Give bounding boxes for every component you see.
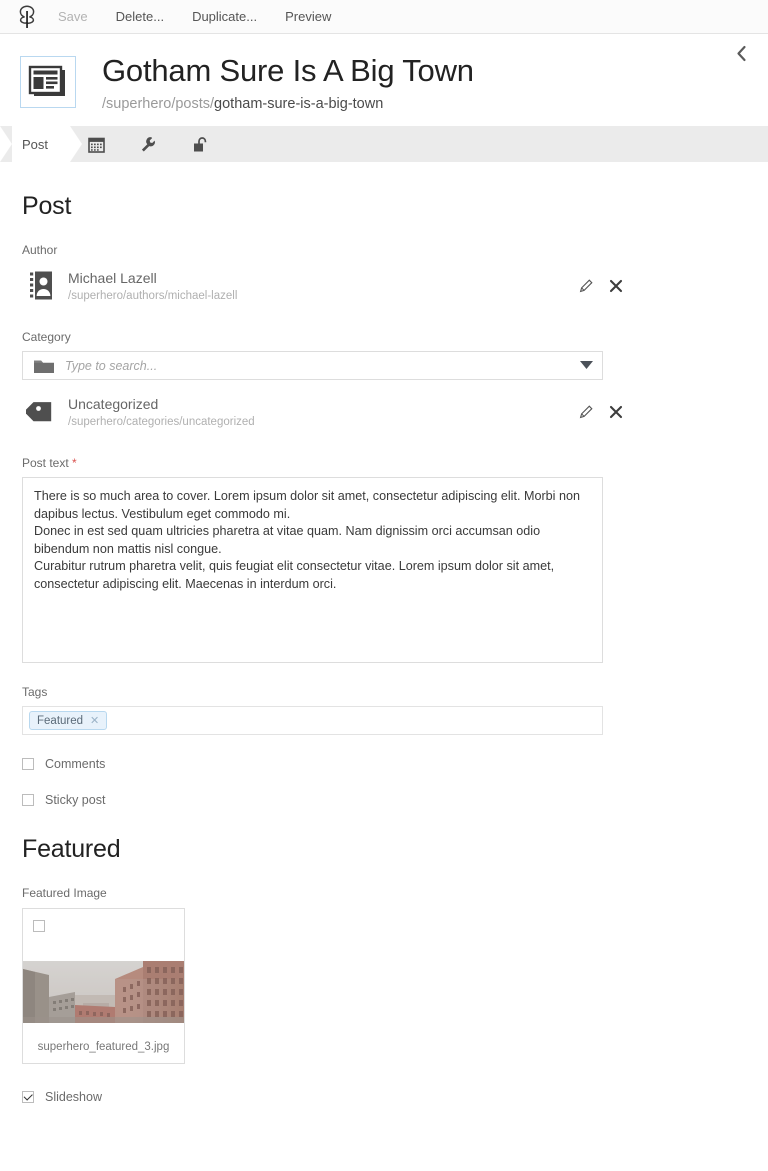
category-actions: [579, 405, 627, 419]
featured-image-filename: superhero_featured_3.jpg: [37, 1041, 170, 1054]
tag-icon: [22, 394, 62, 430]
page-icon-wrapper: [20, 52, 80, 108]
post-text-input[interactable]: There is so much area to cover. Lorem ip…: [22, 477, 603, 664]
tab-post[interactable]: Post: [12, 126, 83, 163]
contact-card-icon: [22, 268, 62, 304]
tab-security[interactable]: [174, 126, 226, 162]
wrench-icon: [140, 136, 157, 153]
duplicate-button[interactable]: Duplicate...: [178, 0, 271, 33]
calendar-icon: [87, 136, 105, 153]
category-selected-row[interactable]: Uncategorized /superhero/categories/unca…: [22, 390, 627, 434]
slideshow-label: Slideshow: [45, 1090, 102, 1105]
post-section-heading: Post: [22, 192, 72, 221]
close-x-icon[interactable]: [609, 405, 623, 419]
folder-icon: [29, 357, 59, 375]
tags-input[interactable]: Featured ✕: [22, 706, 603, 736]
featured-section-heading: Featured: [22, 835, 121, 864]
author-actions: [579, 279, 627, 293]
required-marker: *: [72, 456, 77, 471]
author-text: Michael Lazell /superhero/authors/michae…: [68, 270, 579, 302]
breadcrumb: /superhero/posts/gotham-sure-is-a-big-to…: [102, 96, 474, 112]
slideshow-checkbox-row[interactable]: Slideshow: [22, 1090, 746, 1104]
close-x-icon[interactable]: ✕: [90, 714, 99, 727]
comments-label: Comments: [45, 757, 106, 772]
tab-bar: Post: [0, 126, 768, 163]
caret-down-icon[interactable]: [579, 357, 594, 375]
tag-chip[interactable]: Featured ✕: [29, 711, 108, 731]
pencil-edit-icon[interactable]: [579, 405, 593, 419]
sticky-post-checkbox[interactable]: [22, 794, 34, 807]
slideshow-checkbox[interactable]: [22, 1091, 34, 1104]
category-search-input[interactable]: Type to search...: [22, 351, 603, 381]
featured-image-thumbnail: [23, 961, 184, 1024]
author-field: Author Michael Lazell /superhero/authors…: [22, 243, 746, 308]
unlock-icon: [192, 136, 209, 153]
close-x-icon[interactable]: [609, 279, 623, 293]
category-text: Uncategorized /superhero/categories/unca…: [68, 396, 579, 428]
comments-checkbox[interactable]: [22, 758, 34, 771]
tab-advanced[interactable]: [122, 126, 174, 162]
tab-post-label: Post: [22, 136, 49, 152]
delete-button[interactable]: Delete...: [102, 0, 178, 33]
save-button[interactable]: Save: [44, 0, 102, 33]
page-title: Gotham Sure Is A Big Town: [102, 53, 474, 88]
author-path: /superhero/authors/michael-lazell: [68, 289, 238, 302]
pencil-edit-icon[interactable]: [579, 279, 593, 293]
post-text-field: Post text * There is so much area to cov…: [22, 456, 746, 664]
preview-button[interactable]: Preview: [271, 0, 345, 33]
chevron-left-icon[interactable]: [728, 40, 754, 66]
featured-image-card-header: [23, 909, 184, 961]
category-name: Uncategorized: [68, 396, 159, 413]
sticky-post-label: Sticky post: [45, 793, 106, 808]
title-block: Gotham Sure Is A Big Town /superhero/pos…: [102, 52, 474, 112]
breadcrumb-prefix: /superhero/posts/: [102, 96, 215, 113]
category-label: Category: [22, 330, 71, 345]
featured-image-select-checkbox[interactable]: [33, 920, 45, 933]
newspaper-page-icon: [20, 56, 76, 108]
category-path: /superhero/categories/uncategorized: [68, 415, 255, 428]
page-header: Gotham Sure Is A Big Town /superhero/pos…: [0, 34, 768, 126]
author-label: Author: [22, 243, 58, 258]
category-field: Category Type to search... Uncategorized…: [22, 330, 746, 434]
category-placeholder: Type to search...: [65, 358, 158, 373]
post-text-label: Post text *: [22, 456, 746, 470]
sticky-post-checkbox-row[interactable]: Sticky post: [22, 793, 746, 807]
comments-checkbox-row[interactable]: Comments: [22, 757, 746, 771]
tags-label: Tags: [22, 685, 48, 700]
grav-tree-logo-icon[interactable]: [10, 2, 44, 32]
tags-field: Tags Featured ✕: [22, 685, 746, 736]
featured-image-label: Featured Image: [22, 886, 107, 901]
tab-bar-leading-arrow: [0, 126, 12, 163]
post-text-label-text: Post text: [22, 456, 69, 471]
breadcrumb-leaf: gotham-sure-is-a-big-town: [214, 96, 384, 113]
author-name: Michael Lazell: [68, 270, 157, 287]
top-toolbar: Save Delete... Duplicate... Preview: [0, 0, 768, 34]
author-row[interactable]: Michael Lazell /superhero/authors/michae…: [22, 264, 627, 308]
featured-image-card[interactable]: superhero_featured_3.jpg: [22, 908, 185, 1065]
form-content: Post Author Michael Lazell /superhero/au…: [0, 192, 768, 1104]
featured-image-field: Featured Image superhero_featured_3.jpg: [22, 886, 746, 1065]
tag-chip-label: Featured: [37, 714, 84, 727]
